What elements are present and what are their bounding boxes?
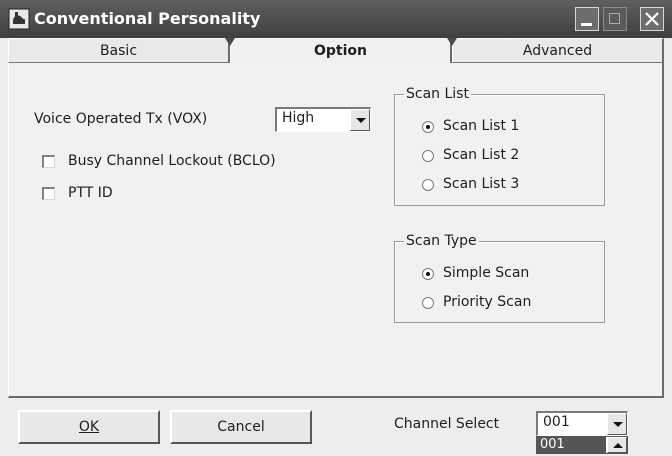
radio-app-icon (8, 8, 30, 30)
close-button[interactable] (640, 7, 664, 31)
scan-list-2-radio[interactable] (422, 150, 434, 162)
ok-label: OK (78, 419, 100, 435)
channel-select-dropdown[interactable]: 001 (536, 411, 628, 436)
tab-advanced[interactable]: Advanced (452, 38, 664, 63)
radio-dot-icon (426, 125, 430, 129)
chevron-down-icon (356, 118, 366, 123)
scan-type-group (394, 241, 605, 323)
scan-type-title: Scan Type (404, 233, 479, 249)
bclo-label: Busy Channel Lockout (BCLO) (68, 153, 276, 169)
simple-scan-radio[interactable] (422, 268, 434, 280)
priority-scan-label: Priority Scan (443, 294, 532, 310)
scroll-up-button[interactable] (607, 437, 627, 453)
scan-list-1-label: Scan List 1 (443, 118, 520, 134)
vox-label: Voice Operated Tx (VOX) (34, 111, 208, 127)
option-panel: Voice Operated Tx (VOX) High Busy Channe… (8, 63, 664, 398)
scan-list-3-radio[interactable] (422, 179, 434, 191)
scan-list-3-label: Scan List 3 (443, 176, 520, 192)
vox-dropdown-button[interactable] (350, 109, 370, 131)
vox-dropdown[interactable]: High (275, 107, 371, 132)
radio-dot-icon (426, 272, 430, 276)
minimize-icon (581, 23, 592, 26)
channel-dropdown-list[interactable]: 001 (536, 436, 628, 454)
maximize-button (603, 7, 627, 31)
tab-option[interactable]: Option (230, 38, 452, 65)
cancel-button[interactable]: Cancel (170, 410, 312, 444)
minimize-button[interactable] (575, 7, 599, 31)
title-bar[interactable]: Conventional Personality (0, 0, 672, 38)
channel-dropdown-button[interactable] (607, 413, 627, 435)
ok-button[interactable]: OK (18, 410, 160, 444)
vox-value: High (282, 110, 315, 126)
scan-list-1-radio[interactable] (422, 121, 434, 133)
scan-list-2-label: Scan List 2 (443, 147, 520, 163)
simple-scan-label: Simple Scan (443, 265, 530, 281)
tab-strip: Basic Option Advanced (0, 38, 672, 65)
tab-divider-icon (225, 38, 235, 46)
footer-bar: OK Cancel Channel Select 001 001 (0, 398, 672, 456)
tab-basic[interactable]: Basic (8, 38, 230, 63)
pttid-checkbox[interactable] (42, 187, 55, 200)
tab-divider-icon (447, 38, 457, 46)
maximize-icon (609, 13, 620, 24)
channel-option-001[interactable]: 001 (537, 437, 606, 453)
priority-scan-radio[interactable] (422, 297, 434, 309)
bclo-checkbox[interactable] (42, 155, 55, 168)
chevron-down-icon (613, 422, 623, 427)
cancel-label: Cancel (217, 419, 265, 435)
chevron-up-icon (613, 443, 623, 448)
channel-value: 001 (543, 414, 570, 430)
channel-select-label: Channel Select (394, 416, 500, 432)
pttid-label: PTT ID (68, 185, 113, 201)
scan-list-title: Scan List (404, 86, 471, 102)
close-icon (645, 12, 659, 26)
window-title: Conventional Personality (34, 9, 261, 28)
